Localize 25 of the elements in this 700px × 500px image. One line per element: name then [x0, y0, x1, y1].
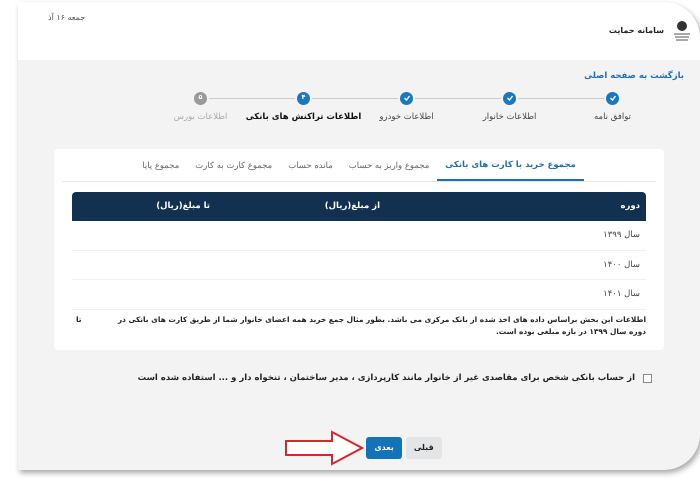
- tab[interactable]: مجموع واریز به حساب: [340, 153, 438, 181]
- column-header: دوره: [386, 192, 646, 221]
- table-cell: سال ۱۴۰۱: [386, 280, 646, 310]
- table-cell: سال ۱۳۹۹: [386, 220, 646, 250]
- step-label: اطلاعات خانوار: [482, 110, 536, 124]
- step-label: اطلاعات خودرو: [379, 110, 434, 124]
- tab[interactable]: مجموع خرید با کارت های بانکی: [437, 153, 584, 181]
- date-text: جمعه ۱۶ آذ: [48, 12, 86, 24]
- previous-button[interactable]: قبلی: [406, 437, 442, 460]
- step-label: اطلاعات تراکنش های بانکی: [246, 110, 362, 124]
- tab[interactable]: مجموع پایا: [134, 153, 188, 181]
- next-button[interactable]: بعدی: [366, 437, 402, 460]
- emblem-icon: [672, 20, 692, 42]
- table-cell: سال ۱۴۰۰: [386, 250, 646, 280]
- column-header: از مبلغ(ریال): [216, 192, 386, 221]
- arrow-icon: [284, 430, 364, 466]
- step-label: اطلاعات بورس: [174, 110, 228, 124]
- checkbox[interactable]: [643, 374, 652, 383]
- step-label: توافق نامه: [594, 110, 632, 124]
- back-link[interactable]: بازگشت به صفحه اصلی: [584, 70, 684, 83]
- column-header: تا مبلغ(ریال): [72, 192, 216, 221]
- tab[interactable]: مجموع کارت به کارت: [187, 153, 280, 181]
- checkbox-label: از حساب بانکی شخص برای مقاصدی غیر از خانوار مانند کارپردازی ، مدیر ساختمان ، تنخواه دار و ... استفاده شده است: [138, 372, 635, 384]
- tab[interactable]: مانده حساب: [280, 153, 341, 181]
- site-title: سامانه حمایت: [608, 25, 664, 37]
